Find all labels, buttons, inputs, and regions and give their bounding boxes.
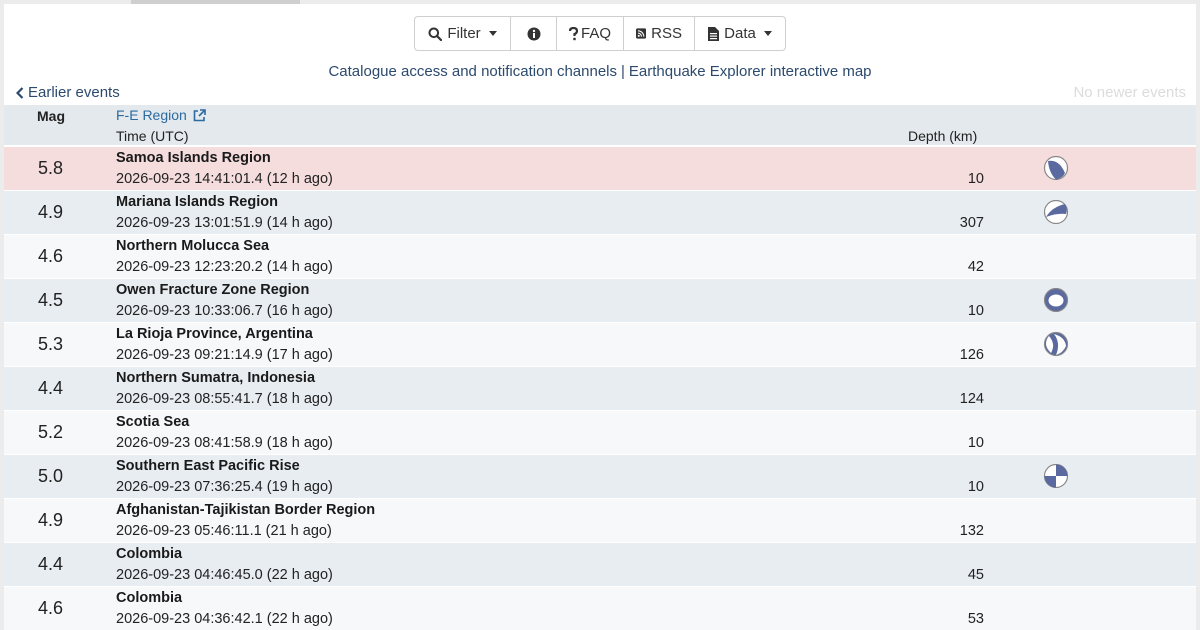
table-row[interactable]: 5.2 Scotia Sea 2026-09-23 08:41:58.9 (18 h… <box>4 411 1196 455</box>
event-magnitude: 4.5 <box>38 290 64 310</box>
event-region[interactable]: Northern Sumatra, Indonesia <box>116 370 315 386</box>
data-button[interactable]: Data <box>695 17 785 50</box>
event-time: 2026-09-23 14:41:01.4 (12 h ago) <box>116 171 333 187</box>
event-depth: 124 <box>959 391 984 407</box>
event-depth: 10 <box>967 435 984 451</box>
faq-button[interactable]: FAQ <box>557 17 624 50</box>
table-row[interactable]: 5.0 Southern East Pacific Rise 2026-09-23 … <box>4 455 1196 499</box>
event-time: 2026-09-23 04:46:45.0 (22 h ago) <box>116 567 333 583</box>
table-row[interactable]: 4.9 Mariana Islands Region 2026-09-23 13:0… <box>4 191 1196 235</box>
question-icon <box>569 26 578 40</box>
event-region[interactable]: Southern East Pacific Rise <box>116 458 300 474</box>
event-region[interactable]: La Rioja Province, Argentina <box>116 326 313 342</box>
toolbar: Filter FAQ RSS Data <box>414 16 786 51</box>
event-magnitude: 5.8 <box>38 158 64 178</box>
event-magnitude: 4.4 <box>38 554 64 574</box>
table-row[interactable]: 4.5 Owen Fracture Zone Region 2026-09-23 1… <box>4 279 1196 323</box>
table-row[interactable]: 4.6 Northern Molucca Sea 2026-09-23 12:23:… <box>4 235 1196 279</box>
event-region[interactable]: Colombia <box>116 590 182 606</box>
search-icon <box>428 27 443 41</box>
chevron-down-icon <box>763 31 772 36</box>
event-time: 2026-09-23 05:46:11.1 (21 h ago) <box>116 523 332 539</box>
table-row[interactable]: 5.3 La Rioja Province, Argentina 2026-09-2… <box>4 323 1196 367</box>
event-depth: 53 <box>967 611 984 627</box>
event-time: 2026-09-23 08:55:41.7 (18 h ago) <box>116 391 333 407</box>
table-header: Mag F-E Region Time (UTC) Depth (km) <box>4 105 1196 147</box>
event-region[interactable]: Owen Fracture Zone Region <box>116 282 309 298</box>
focal-mechanism-icon[interactable] <box>1043 199 1069 225</box>
header-time[interactable]: Time (UTC) <box>116 128 189 144</box>
filter-button[interactable]: Filter <box>415 17 511 50</box>
event-region[interactable]: Samoa Islands Region <box>116 150 271 166</box>
rss-icon <box>636 28 647 39</box>
event-region[interactable]: Scotia Sea <box>116 414 189 430</box>
event-depth: 45 <box>967 567 984 583</box>
focal-mechanism-icon[interactable] <box>1043 331 1069 357</box>
event-depth: 10 <box>967 479 984 495</box>
event-time: 2026-09-23 12:23:20.2 (14 h ago) <box>116 259 333 275</box>
event-time: 2026-09-23 07:36:25.4 (19 h ago) <box>116 479 333 495</box>
event-region[interactable]: Afghanistan-Tajikistan Border Region <box>116 502 375 518</box>
focal-mechanism-icon[interactable] <box>1043 463 1069 489</box>
event-time: 2026-09-23 13:01:51.9 (14 h ago) <box>116 215 333 231</box>
event-magnitude: 4.4 <box>38 378 64 398</box>
faq-label: FAQ <box>580 25 611 42</box>
chevron-left-icon <box>16 86 24 99</box>
info-icon <box>527 27 540 40</box>
event-depth: 126 <box>959 347 984 363</box>
event-magnitude: 4.6 <box>38 246 64 266</box>
filter-label: Filter <box>447 25 481 42</box>
event-time: 2026-09-23 04:36:42.1 (22 h ago) <box>116 611 333 627</box>
earthquake-explorer-link[interactable]: Earthquake Explorer interactive map <box>629 63 872 80</box>
event-magnitude: 5.3 <box>38 334 64 354</box>
links-line: Catalogue access and notification channe… <box>0 63 1200 80</box>
header-mag[interactable]: Mag <box>37 108 65 124</box>
header-depth[interactable]: Depth (km) <box>908 128 977 144</box>
chevron-down-icon <box>488 31 497 36</box>
header-region-link[interactable]: F-E Region <box>116 107 206 123</box>
event-time: 2026-09-23 10:33:06.7 (16 h ago) <box>116 303 333 319</box>
event-depth: 132 <box>959 523 984 539</box>
focal-mechanism-icon[interactable] <box>1043 155 1069 181</box>
event-magnitude: 4.9 <box>38 510 64 530</box>
table-row[interactable]: 4.6 Colombia 2026-09-23 04:36:42.1 (22 h a… <box>4 587 1196 630</box>
table-row[interactable]: 4.4 Colombia 2026-09-23 04:46:45.0 (22 h a… <box>4 543 1196 587</box>
event-region[interactable]: Colombia <box>116 546 182 562</box>
header-region-label: F-E Region <box>116 107 187 123</box>
table-row[interactable]: 4.4 Northern Sumatra, Indonesia 2026-09-23… <box>4 367 1196 411</box>
event-region[interactable]: Northern Molucca Sea <box>116 238 269 254</box>
data-label: Data <box>724 25 756 42</box>
event-depth: 10 <box>967 171 984 187</box>
catalogue-access-link[interactable]: Catalogue access and notification channe… <box>328 63 617 80</box>
info-button[interactable] <box>511 17 557 50</box>
table-row[interactable]: 4.9 Afghanistan-Tajikistan Border Region 2… <box>4 499 1196 543</box>
events-table: Mag F-E Region Time (UTC) Depth (km) 5.8… <box>4 105 1196 630</box>
table-body: 5.8 Samoa Islands Region 2026-09-23 14:41:… <box>4 147 1196 630</box>
event-magnitude: 5.2 <box>38 422 64 442</box>
event-depth: 307 <box>959 215 984 231</box>
newer-events-label: No newer events <box>1073 84 1186 101</box>
event-region[interactable]: Mariana Islands Region <box>116 194 278 210</box>
event-time: 2026-09-23 08:41:58.9 (18 h ago) <box>116 435 333 451</box>
top-tab-strip <box>0 0 1200 4</box>
focal-mechanism-icon[interactable] <box>1043 287 1069 313</box>
links-separator: | <box>621 63 625 80</box>
earlier-events-link[interactable]: Earlier events <box>16 84 120 101</box>
rss-label: RSS <box>651 25 682 42</box>
event-depth: 42 <box>967 259 984 275</box>
active-tab-indicator[interactable] <box>131 0 300 4</box>
document-icon <box>708 26 720 41</box>
event-time: 2026-09-23 09:21:14.9 (17 h ago) <box>116 347 333 363</box>
event-magnitude: 5.0 <box>38 466 64 486</box>
rss-button[interactable]: RSS <box>624 17 695 50</box>
event-depth: 10 <box>967 303 984 319</box>
event-magnitude: 4.9 <box>38 202 64 222</box>
table-row[interactable]: 5.8 Samoa Islands Region 2026-09-23 14:41:… <box>4 147 1196 191</box>
earlier-events-label: Earlier events <box>28 84 120 101</box>
event-magnitude: 4.6 <box>38 598 64 618</box>
external-link-icon <box>193 108 206 121</box>
